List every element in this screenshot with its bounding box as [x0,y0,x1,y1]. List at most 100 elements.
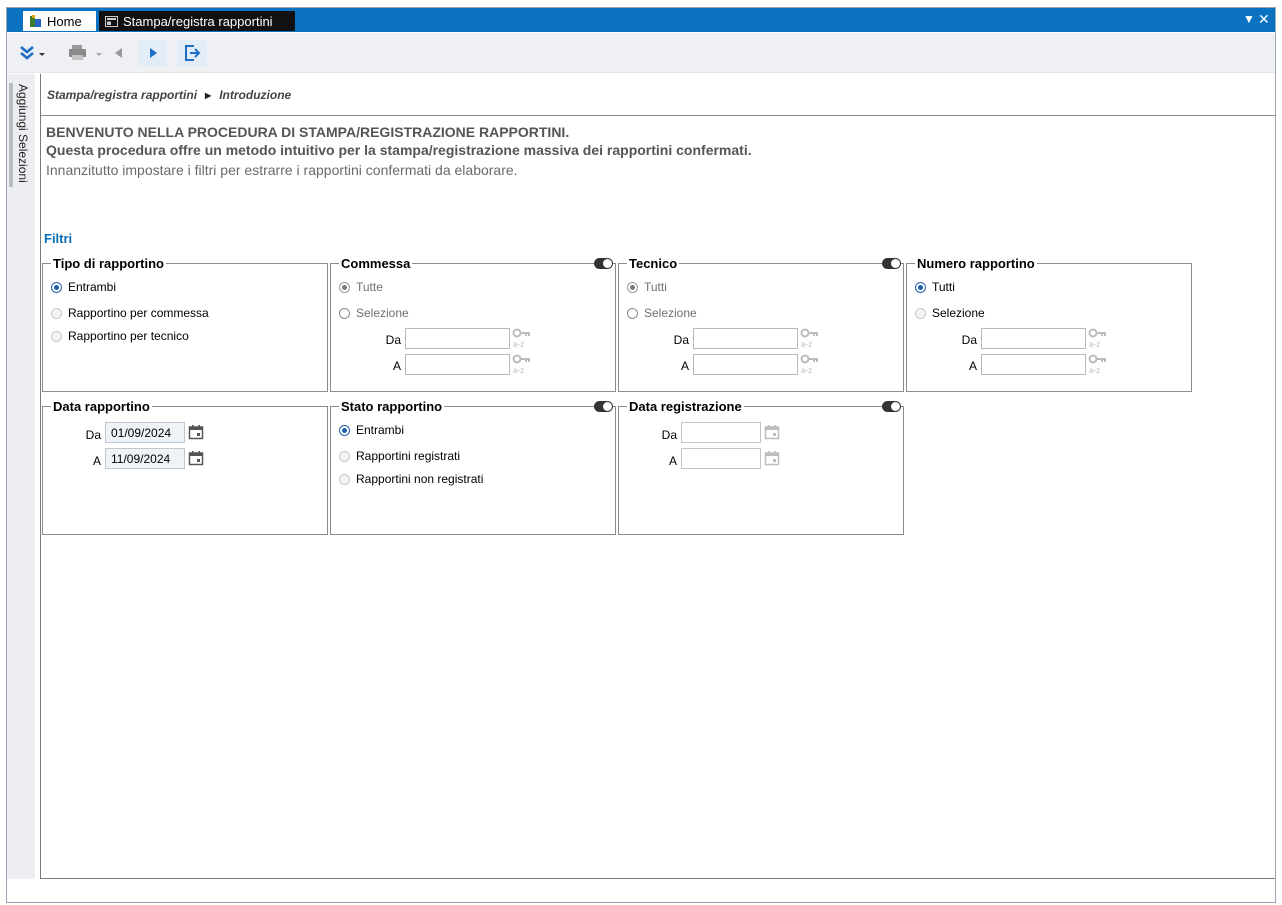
tecnico-da-input[interactable] [693,328,798,349]
intro-subtitle: Questa procedura offre un metodo intuiti… [46,142,752,158]
group-title: Data rapportino [51,399,152,414]
key-az-icon[interactable]: a-z [1088,354,1108,374]
data-registrazione-a-input[interactable] [681,448,761,469]
radio-stato-registrati[interactable]: Rapportini registrati [339,449,460,463]
data-registrazione-da-input[interactable] [681,422,761,443]
calendar-icon[interactable] [764,424,780,440]
svg-text:a-z: a-z [801,340,812,348]
svg-text:a-z: a-z [1089,366,1100,374]
calendar-icon[interactable] [188,424,204,440]
commessa-a-input[interactable] [405,354,510,375]
next-button[interactable] [139,40,167,66]
group-title: Tipo di rapportino [51,256,166,271]
radio-tipo-entrambi[interactable]: Entrambi [51,280,116,294]
radio-tipo-tecnico[interactable]: Rapportino per tecnico [51,329,189,343]
da-label: Da [661,428,677,442]
radio-icon[interactable] [51,330,62,342]
app-window: Home Stampa/registra rapportini ▼ ✕ Aggi… [6,7,1276,903]
arrow-left-icon [115,48,122,58]
toggle-switch[interactable] [882,258,901,269]
radio-label: Rapportino per tecnico [68,329,189,343]
key-az-icon[interactable]: a-z [512,328,532,348]
radio-label: Selezione [644,306,697,320]
group-data-rapportino: Data rapportino Da 01/09/2024 A 11/09/20… [42,399,328,535]
radio-label: Rapportino per commessa [68,306,209,320]
numero-a-input[interactable] [981,354,1086,375]
tab-stampa-registra[interactable]: Stampa/registra rapportini [99,11,295,31]
group-title: Commessa [339,256,413,271]
radio-commessa-selezione[interactable]: Selezione [339,306,409,320]
tab-home[interactable]: Home [23,11,96,31]
radio-icon[interactable] [339,473,350,485]
radio-selected-icon[interactable] [627,281,638,293]
data-rapportino-da-input[interactable]: 01/09/2024 [105,422,185,443]
radio-commessa-tutte[interactable]: Tutte [339,280,383,294]
intro-text: BENVENUTO NELLA PROCEDURA DI STAMPA/REGI… [46,123,752,181]
intro-title: BENVENUTO NELLA PROCEDURA DI STAMPA/REGI… [46,124,570,140]
radio-tipo-commessa[interactable]: Rapportino per commessa [51,306,209,320]
radio-label: Tutti [644,280,667,294]
radio-numero-selezione[interactable]: Selezione [915,306,985,320]
numero-da-input[interactable] [981,328,1086,349]
radio-icon[interactable] [339,307,350,319]
calendar-icon[interactable] [764,450,780,466]
radio-tecnico-tutti[interactable]: Tutti [627,280,667,294]
key-az-icon[interactable]: a-z [800,328,820,348]
close-icon[interactable]: ✕ [1258,11,1270,28]
main-content: Stampa/registra rapportini ▶ Introduzion… [40,74,1276,879]
svg-text:a-z: a-z [801,366,812,374]
radio-icon[interactable] [915,307,926,319]
previous-button[interactable] [109,40,129,66]
svg-text:a-z: a-z [513,366,524,374]
commessa-da-input[interactable] [405,328,510,349]
expand-menu-button[interactable] [15,40,51,66]
exit-button[interactable] [177,40,207,66]
toolbar [7,33,1275,73]
toggle-switch[interactable] [594,401,613,412]
group-title: Stato rapportino [339,399,445,414]
tab-home-label: Home [47,13,82,29]
radio-tecnico-selezione[interactable]: Selezione [627,306,697,320]
radio-numero-tutti[interactable]: Tutti [915,280,955,294]
dropdown-icon[interactable]: ▼ [1243,12,1255,26]
toggle-switch[interactable] [594,258,613,269]
breadcrumb-current: Introduzione [219,88,292,102]
print-button[interactable] [65,40,105,66]
radio-stato-entrambi[interactable]: Entrambi [339,423,404,437]
title-bar: Home Stampa/registra rapportini ▼ ✕ [7,8,1275,32]
double-chevron-down-icon [20,46,45,60]
da-label: Da [385,333,401,347]
key-az-icon[interactable]: a-z [512,354,532,374]
calendar-icon[interactable] [188,450,204,466]
radio-selected-icon[interactable] [915,281,926,293]
tecnico-a-input[interactable] [693,354,798,375]
group-tecnico: Tecnico Tutti Selezione Da a-z A a-z [618,256,904,392]
radio-label: Selezione [356,306,409,320]
breadcrumb-root[interactable]: Stampa/registra rapportini [47,88,197,102]
add-selections-label[interactable]: Aggiungi Selezioni [16,84,30,183]
svg-text:a-z: a-z [1089,340,1100,348]
radio-selected-icon[interactable] [339,424,350,436]
radio-label: Rapportini non registrati [356,472,484,486]
radio-stato-non-registrati[interactable]: Rapportini non registrati [339,472,483,486]
sidebar-grip[interactable] [9,83,13,187]
da-label: Da [673,333,689,347]
intro-instruction: Innanzitutto impostare i filtri per estr… [46,162,518,178]
group-title: Data registrazione [627,399,744,414]
side-panel[interactable]: Aggiungi Selezioni [7,74,35,879]
toggle-switch[interactable] [882,401,901,412]
breadcrumb-divider [41,115,1276,116]
radio-icon[interactable] [51,307,62,319]
radio-label: Entrambi [68,280,117,294]
a-label: A [392,359,401,373]
data-rapportino-a-input[interactable]: 11/09/2024 [105,448,185,469]
radio-selected-icon[interactable] [339,281,350,293]
key-az-icon[interactable]: a-z [800,354,820,374]
radio-label: Entrambi [356,423,405,437]
radio-icon[interactable] [627,307,638,319]
radio-icon[interactable] [339,450,350,462]
radio-label: Selezione [932,306,985,320]
key-az-icon[interactable]: a-z [1088,328,1108,348]
a-label: A [680,359,689,373]
radio-selected-icon[interactable] [51,281,62,293]
